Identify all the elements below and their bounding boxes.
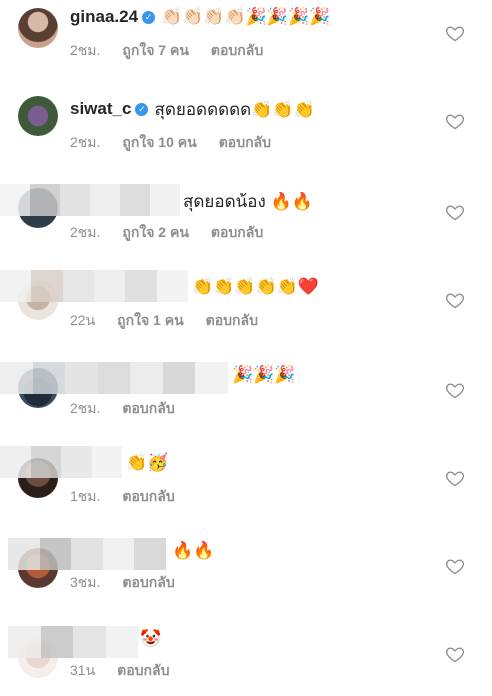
comment-meta: 31น ตอบกลับ xyxy=(70,660,170,682)
like-count[interactable]: ถูกใจ 1 คน xyxy=(117,310,184,332)
comment-text: 🤡 xyxy=(140,629,162,648)
avatar[interactable] xyxy=(18,96,58,136)
verified-badge-icon: ✓ xyxy=(135,102,149,116)
comment-time: 2ชม. xyxy=(70,224,101,240)
reply-button[interactable]: ตอบกลับ xyxy=(219,132,271,154)
reply-button[interactable]: ตอบกลับ xyxy=(122,572,174,594)
comment-item: 🤡 31น ตอบกลับ xyxy=(0,620,492,696)
comment-line: 👏👏👏👏👏❤️ xyxy=(192,276,319,298)
heart-outline-icon[interactable] xyxy=(445,23,465,43)
comment-item: 👏🥳 1ชม. ตอบกลับ xyxy=(0,444,492,532)
heart-outline-icon[interactable] xyxy=(445,202,465,222)
comment-text: 🔥🔥 xyxy=(172,541,215,560)
heart-outline-icon[interactable] xyxy=(445,468,465,488)
like-count[interactable]: ถูกใจ 2 คน xyxy=(122,222,189,244)
comment-item: 👏👏👏👏👏❤️ 22น ถูกใจ 1 คน ตอบกลับ xyxy=(0,266,492,356)
comment-time: 31น xyxy=(70,662,96,678)
comment-line: ginaa.24 ✓ 👏🏻👏🏻👏🏻👏🏻🎉🎉🎉🎉 xyxy=(70,6,330,28)
comment-time: 2ชม. xyxy=(70,42,101,58)
comment-meta: 2ชม. ถูกใจ 7 คน ตอบกลับ xyxy=(70,40,263,62)
comment-text: สุดยอดน้อง 🔥🔥 xyxy=(183,191,313,211)
comment-meta: 2ชม. ถูกใจ 2 คน ตอบกลับ xyxy=(70,222,263,244)
heart-outline-icon[interactable] xyxy=(445,556,465,576)
username[interactable]: siwat_c xyxy=(70,99,131,119)
comment-text: 👏🏻👏🏻👏🏻👏🏻🎉🎉🎉🎉 xyxy=(161,7,331,26)
comment-item: 🔥🔥 3ชม. ตอบกลับ xyxy=(0,532,492,620)
reply-button[interactable]: ตอบกลับ xyxy=(117,660,169,682)
reply-button[interactable]: ตอบกลับ xyxy=(122,398,174,420)
comment-line: 🎉🎉🎉 xyxy=(232,364,296,386)
reply-button[interactable]: ตอบกลับ xyxy=(122,486,174,508)
comment-item: ginaa.24 ✓ 👏🏻👏🏻👏🏻👏🏻🎉🎉🎉🎉 2ชม. ถูกใจ 7 คน … xyxy=(0,0,492,88)
heart-outline-icon[interactable] xyxy=(445,111,465,131)
blurred-username xyxy=(8,626,138,658)
blurred-username xyxy=(0,362,229,394)
comment-text: 👏🥳 xyxy=(126,453,169,472)
reply-button[interactable]: ตอบกลับ xyxy=(211,222,263,244)
avatar[interactable] xyxy=(18,8,58,48)
like-count[interactable]: ถูกใจ 7 คน xyxy=(122,40,189,62)
comment-time: 1ชม. xyxy=(70,488,101,504)
comment-time: 2ชม. xyxy=(70,400,101,416)
verified-badge-icon: ✓ xyxy=(142,10,156,24)
comment-line: siwat_c ✓ สุดยอดดดดด👏👏👏 xyxy=(70,98,315,120)
comment-text: สุดยอดดดดด👏👏👏 xyxy=(154,99,315,119)
heart-outline-icon[interactable] xyxy=(445,290,465,310)
comment-meta: 2ชม. ตอบกลับ xyxy=(70,398,175,420)
comment-time: 2ชม. xyxy=(70,134,101,150)
comment-time: 22น xyxy=(70,312,96,328)
blurred-username xyxy=(0,270,188,302)
blurred-username xyxy=(0,184,180,216)
comment-text: 👏👏👏👏👏❤️ xyxy=(192,277,320,296)
comment-text: 🎉🎉🎉 xyxy=(232,365,296,384)
username[interactable]: ginaa.24 xyxy=(70,7,138,27)
comment-line: 👏🥳 xyxy=(126,452,168,474)
comment-time: 3ชม. xyxy=(70,574,101,590)
comment-line: 🔥🔥 xyxy=(172,540,214,562)
reply-button[interactable]: ตอบกลับ xyxy=(206,310,258,332)
comment-item: siwat_c ✓ สุดยอดดดดด👏👏👏 2ชม. ถูกใจ 10 คน… xyxy=(0,88,492,176)
blurred-username xyxy=(0,446,122,478)
comment-meta: 2ชม. ถูกใจ 10 คน ตอบกลับ xyxy=(70,132,271,154)
like-count[interactable]: ถูกใจ 10 คน xyxy=(122,132,196,154)
comment-meta: 22น ถูกใจ 1 คน ตอบกลับ xyxy=(70,310,258,332)
comment-meta: 1ชม. ตอบกลับ xyxy=(70,486,175,508)
comment-meta: 3ชม. ตอบกลับ xyxy=(70,572,175,594)
reply-button[interactable]: ตอบกลับ xyxy=(211,40,263,62)
comment-line: 🤡 xyxy=(140,628,161,650)
blurred-username xyxy=(8,538,166,570)
heart-outline-icon[interactable] xyxy=(445,644,465,664)
comment-line: สุดยอดน้อง 🔥🔥 xyxy=(183,190,313,212)
heart-outline-icon[interactable] xyxy=(445,380,465,400)
comment-item: 🎉🎉🎉 2ชม. ตอบกลับ xyxy=(0,356,492,444)
comment-item: สุดยอดน้อง 🔥🔥 2ชม. ถูกใจ 2 คน ตอบกลับ xyxy=(0,176,492,266)
